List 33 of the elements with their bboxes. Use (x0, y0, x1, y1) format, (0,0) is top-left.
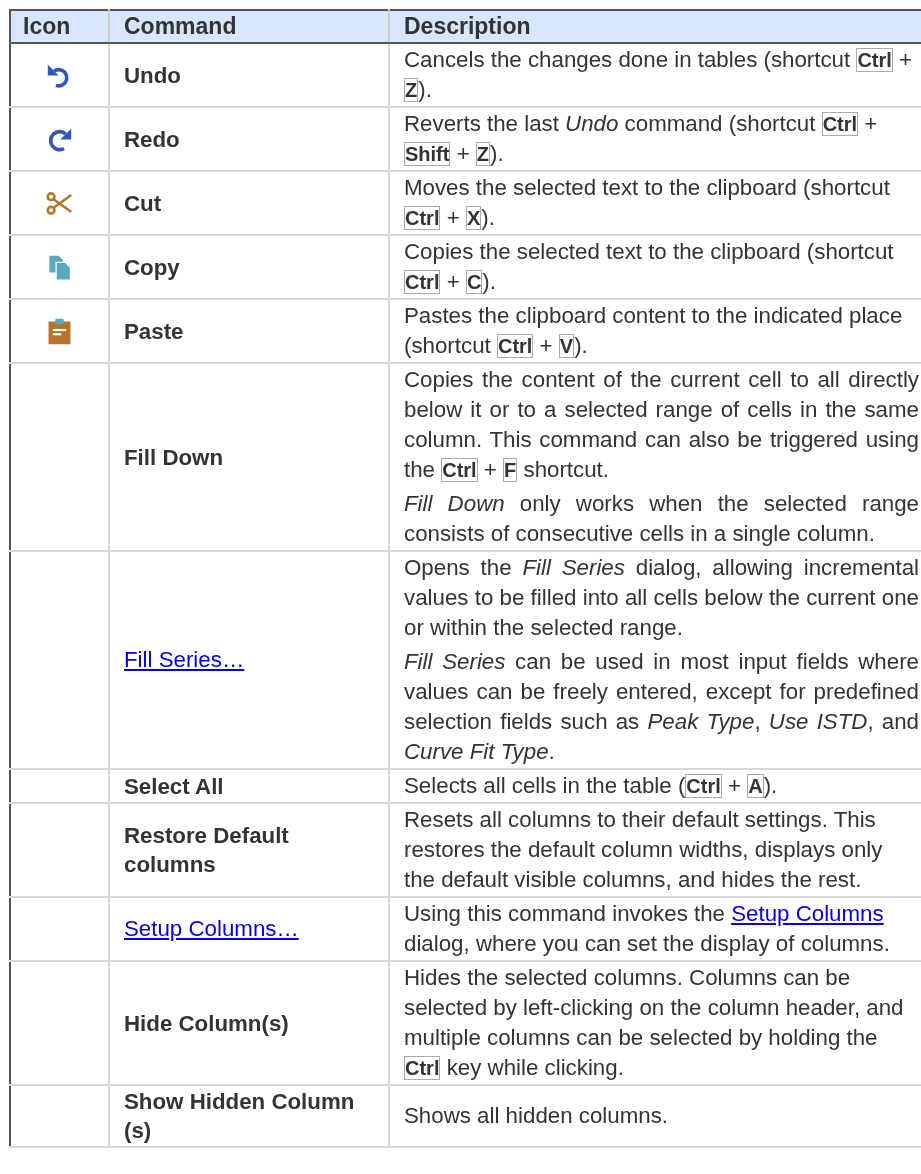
command-name: Redo (124, 126, 180, 152)
command-name: Restore Default columns (124, 823, 289, 877)
description-text: Copies the content of the current cell to all directly below it or to a selected range of cells in the same column. This command can also be triggered using the Ctrl + F shortcut. (404, 366, 919, 484)
command-link[interactable]: Setup Columns… (124, 916, 299, 941)
description-text: Reverts the last Undo command (shortcut Ctrl + Shift + Z). (404, 110, 879, 168)
description-text: Opens the Fill Series dialog, allowing incremental values to be filled into all cells below the current one or within the selected range. (404, 554, 919, 642)
command-name: Cut (124, 190, 162, 216)
copy-icon (46, 253, 73, 281)
description-text: Shows all hidden columns. (404, 1102, 669, 1130)
command-name: Copy (124, 254, 180, 280)
description-text: Hides the selected columns. Columns can be selected by left-clicking on the column header, and multiple columns can be selected by holding the Ctrl key while clicking. (404, 964, 905, 1082)
column-header: Command (109, 10, 389, 43)
command-link[interactable]: Fill Series… (124, 647, 245, 672)
command-name: Hide Column(s) (124, 1010, 289, 1036)
column-header: Description (389, 10, 921, 43)
clipboard-icon (46, 317, 73, 345)
description-text: Fill Down only works when the selected range consists of consecutive cells in a single column. (404, 490, 919, 548)
command-name: Undo (124, 62, 181, 88)
column-header: Icon (10, 10, 109, 43)
dialog-link[interactable]: Setup Columns (731, 901, 884, 926)
description-text: Moves the selected text to the clipboard (shortcut Ctrl + X). (404, 174, 891, 232)
description-text: Fill Series can be used in most input fields where values can be freely entered, except for predefined selection fields such as Peak Type, Use ISTD, and Curve Fit Type. (404, 648, 919, 766)
description-text: Selects all cells in the table (Ctrl + A). (404, 772, 779, 800)
description-text: Resets all columns to their default settings. This restores the default column widths, displays only the default visible columns, and hides the rest. (404, 806, 884, 894)
command-name: Paste (124, 318, 184, 344)
description-text: Using this command invokes the Setup Columns dialog, where you can set the display of columns. (404, 900, 891, 958)
description-text: Cancels the changes done in tables (shortcut Ctrl + Z). (404, 46, 914, 104)
command-name: Fill Down (124, 444, 224, 470)
command-name: Show Hidden Column (s) (124, 1089, 355, 1143)
description-text: Copies the selected text to the clipboard (shortcut Ctrl + C). (404, 238, 895, 296)
description-text: Pastes the clipboard content to the indicated place (shortcut Ctrl + V). (404, 302, 904, 360)
command-name: Select All (124, 773, 224, 799)
scissors-icon (46, 189, 73, 217)
